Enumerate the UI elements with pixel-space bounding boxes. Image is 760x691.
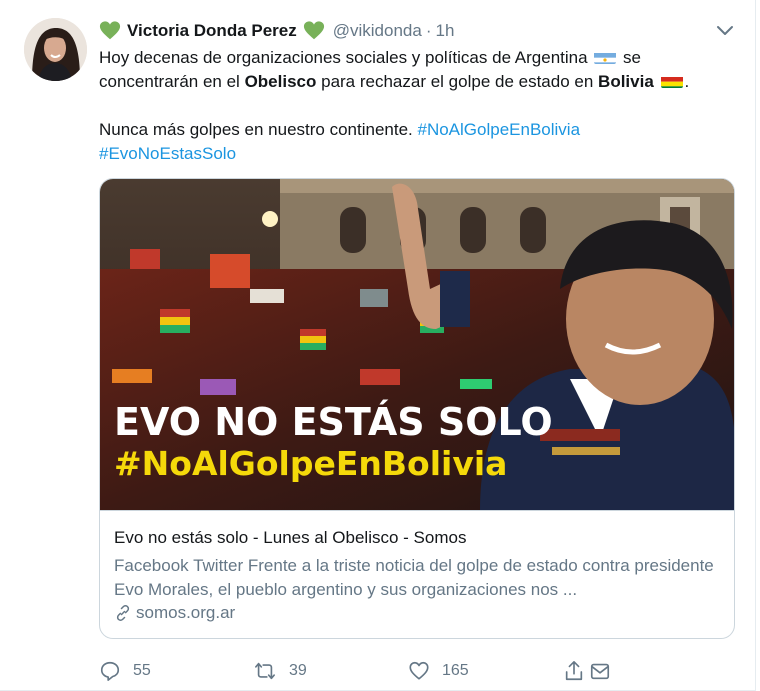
reply-icon: [100, 661, 120, 681]
share-icon: [565, 661, 583, 681]
card-title[interactable]: Evo no estás solo - Lunes al Obelisco - …: [114, 528, 466, 548]
card-image-caption: EVO NO ESTÁS SOLO: [114, 400, 553, 444]
tweet-text-bold: Bolivia: [598, 72, 654, 91]
retweet-button[interactable]: 39: [253, 658, 307, 684]
card-image[interactable]: EVO NO ESTÁS SOLO #NoAlGolpeEnBolivia: [100, 179, 734, 511]
tweet-actions: 55 39 165: [99, 658, 619, 684]
tweet-text-segment: Nunca más golpes en nuestro continente.: [99, 120, 413, 139]
tweet-text-segment: Hoy decenas de organizaciones sociales y…: [99, 48, 588, 67]
card-image-hashtag: #NoAlGolpeEnBolivia: [114, 444, 507, 483]
bolivia-flag-icon: [660, 74, 683, 88]
author-name[interactable]: Victoria Donda Perez: [127, 21, 297, 41]
author-handle[interactable]: @vikidonda: [333, 21, 422, 41]
separator-dot: ·: [425, 21, 432, 40]
retweet-count: 39: [289, 662, 307, 679]
card-domain[interactable]: somos.org.ar: [114, 603, 235, 623]
tweet-text: Hoy decenas de organizaciones sociales y…: [99, 46, 739, 166]
green-heart-icon: [303, 20, 325, 42]
reply-count: 55: [133, 662, 151, 679]
tweet-header: Victoria Donda Perez @vikidonda · 1h: [99, 18, 454, 44]
tweet-text-segment: .: [684, 72, 690, 91]
card-domain-text: somos.org.ar: [136, 603, 236, 622]
avatar[interactable]: [24, 18, 87, 81]
retweet-icon: [255, 662, 275, 680]
link-preview-card[interactable]: EVO NO ESTÁS SOLO #NoAlGolpeEnBolivia Ev…: [99, 178, 735, 639]
hashtag-link[interactable]: #EvoNoEstasSolo: [99, 144, 236, 163]
hashtag-link[interactable]: #NoAlGolpeEnBolivia: [418, 120, 581, 139]
like-icon: [409, 661, 429, 680]
tweet[interactable]: Victoria Donda Perez @vikidonda · 1h Hoy…: [0, 0, 756, 691]
tweet-text-segment: para rechazar el golpe de estado en: [321, 72, 594, 91]
green-heart-icon: [99, 20, 121, 42]
direct-message-button[interactable]: [589, 658, 623, 684]
like-button[interactable]: 165: [408, 658, 469, 684]
like-count: 165: [442, 662, 469, 679]
reply-button[interactable]: 55: [99, 658, 151, 684]
link-icon: [116, 605, 130, 621]
direct-message-icon: [590, 663, 610, 680]
argentina-flag-icon: [594, 50, 617, 64]
tweet-timestamp[interactable]: 1h: [436, 21, 455, 41]
tweet-text-bold: Obelisco: [244, 72, 317, 91]
caret-down-icon[interactable]: [714, 22, 736, 40]
card-description: Facebook Twitter Frente a la triste noti…: [114, 556, 714, 599]
